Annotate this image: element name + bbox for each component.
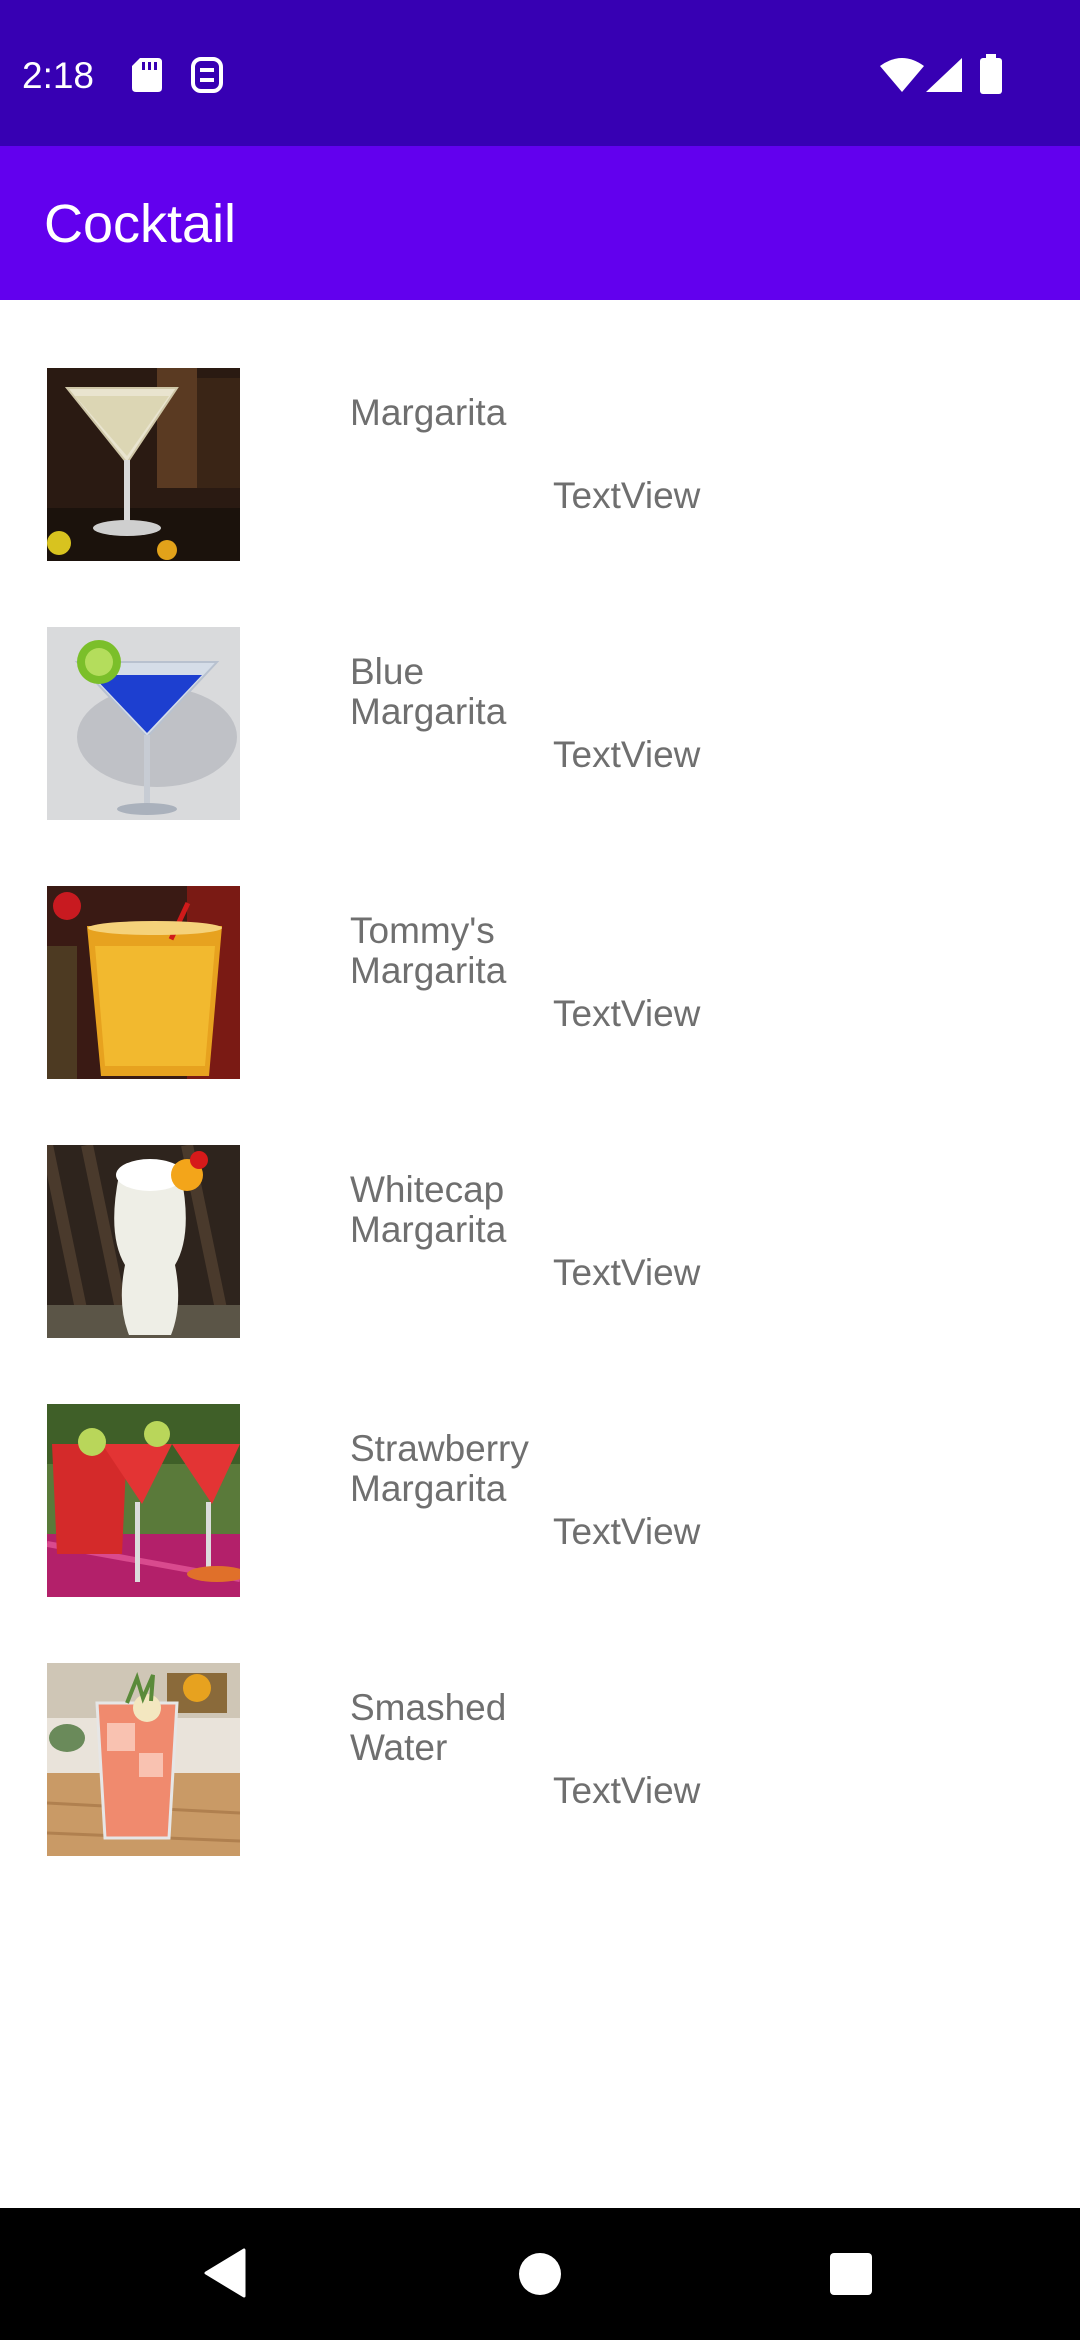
strawberry-margarita-photo bbox=[47, 1404, 240, 1597]
cocktail-description: TextView bbox=[553, 475, 701, 516]
whitecap-margarita-photo bbox=[47, 1145, 240, 1338]
cocktail-description: TextView bbox=[553, 734, 701, 775]
cocktail-name: Smashed Water bbox=[350, 1688, 507, 1768]
tommys-margarita-photo bbox=[47, 886, 240, 1079]
cocktail-name: Whitecap Margarita bbox=[350, 1170, 507, 1250]
list-item[interactable]: Margarita TextView bbox=[0, 300, 1080, 561]
navigation-bar bbox=[0, 2208, 1080, 2340]
cocktail-name: Blue Margarita bbox=[350, 652, 507, 732]
margarita-photo bbox=[47, 368, 240, 561]
status-time: 2:18 bbox=[22, 55, 95, 96]
status-bar: 2:18 bbox=[0, 0, 1080, 146]
app-bar: Cocktail bbox=[0, 146, 1080, 300]
signal-icon bbox=[926, 58, 962, 92]
cocktail-description: TextView bbox=[553, 1252, 701, 1293]
list-item[interactable]: Smashed Water TextView bbox=[0, 1595, 1080, 1856]
cocktail-name: Strawberry Margarita bbox=[350, 1429, 529, 1509]
blue-margarita-photo bbox=[47, 627, 240, 820]
sd-card-icon bbox=[132, 58, 162, 92]
cocktail-description: TextView bbox=[553, 993, 701, 1034]
back-icon[interactable] bbox=[204, 2248, 246, 2298]
list-item[interactable]: Tommy's Margarita TextView bbox=[0, 818, 1080, 1079]
cocktail-description: TextView bbox=[553, 1511, 701, 1552]
wifi-icon bbox=[880, 58, 924, 92]
app-title: Cocktail bbox=[44, 194, 237, 254]
list-item[interactable]: Blue Margarita TextView bbox=[0, 559, 1080, 820]
list-item[interactable]: Strawberry Margarita TextView bbox=[0, 1336, 1080, 1597]
cocktail-name: Tommy's Margarita bbox=[350, 911, 507, 991]
cocktail-description: TextView bbox=[553, 1770, 701, 1811]
sync-icon bbox=[191, 57, 223, 93]
smashed-water-photo bbox=[47, 1663, 240, 1856]
home-icon[interactable] bbox=[518, 2252, 562, 2296]
battery-icon bbox=[980, 54, 1002, 94]
list-item[interactable]: Whitecap Margarita TextView bbox=[0, 1077, 1080, 1338]
cocktail-name: Margarita bbox=[350, 393, 507, 433]
recents-icon[interactable] bbox=[830, 2253, 872, 2295]
